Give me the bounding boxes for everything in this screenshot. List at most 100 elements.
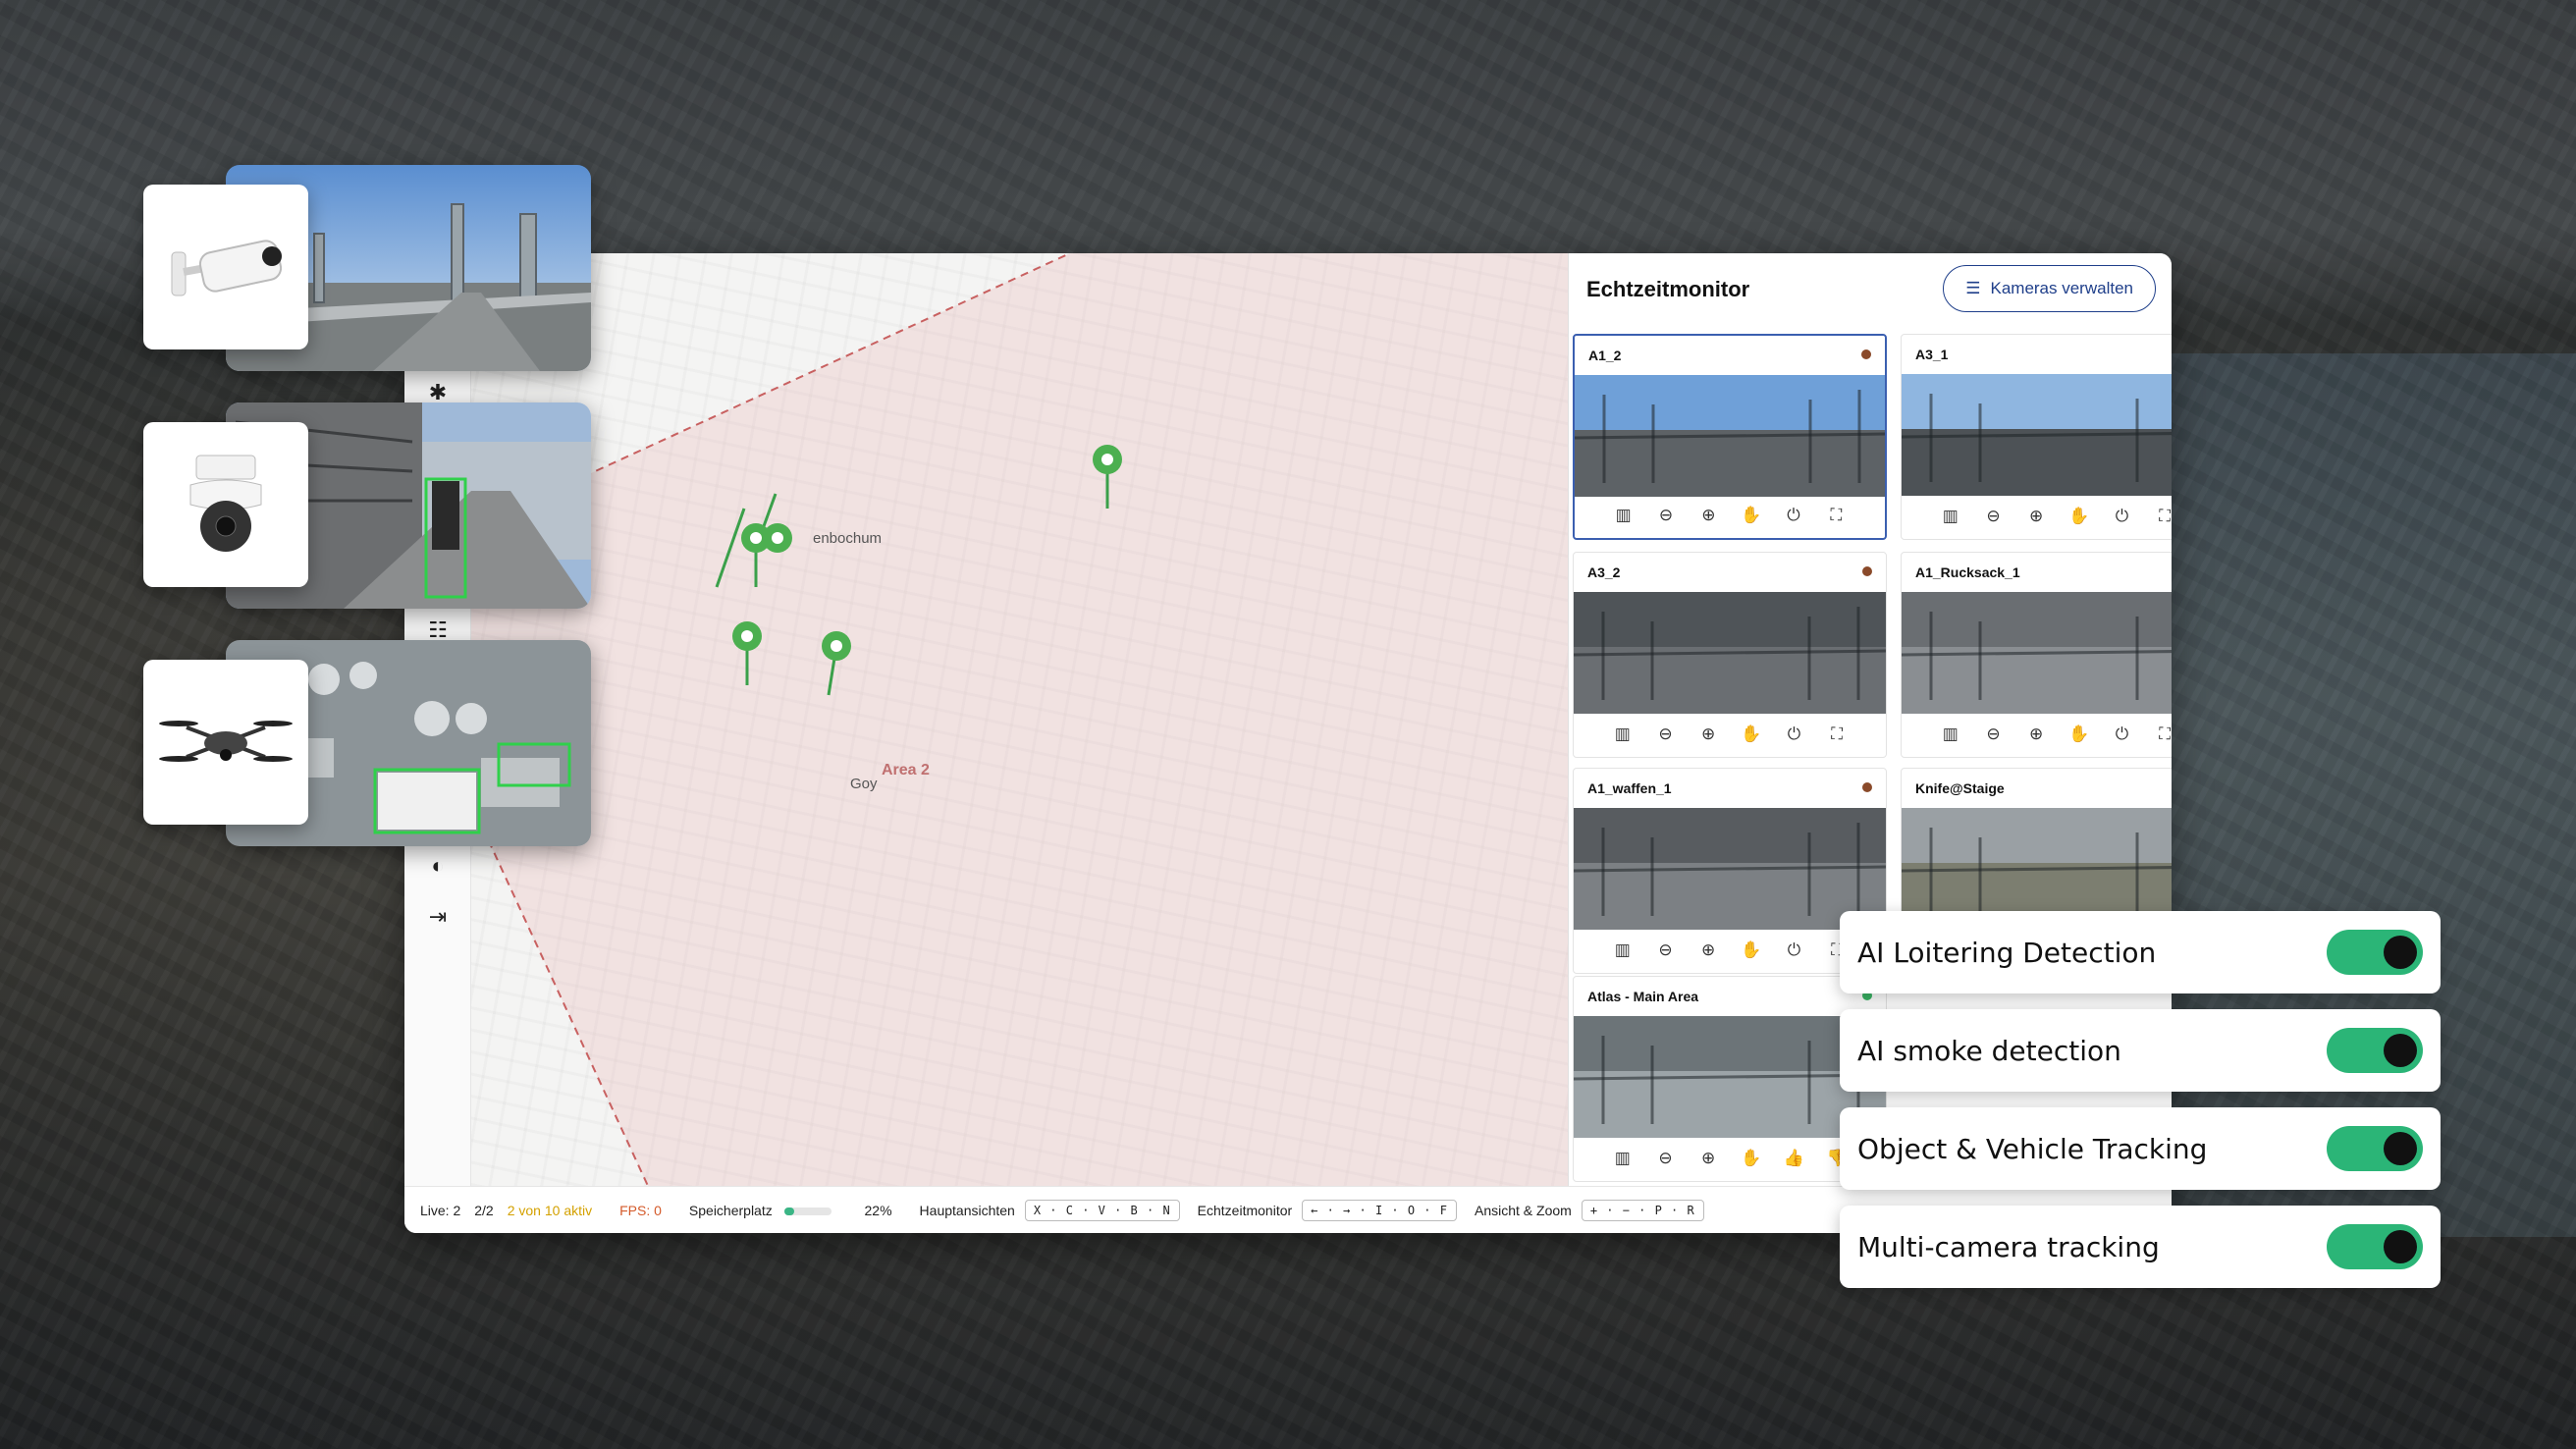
map-view[interactable]: enbochum Goy Area 2 [471,253,1569,1186]
camera-name: A1_2 [1588,348,1622,363]
map-area-label: Area 2 [882,762,930,778]
pan-hand-icon[interactable]: ✋ [1739,1149,1764,1168]
camera-toolbar: ▥ ⊖ ⊕ ✋ ⏻ ⛶ [1902,500,2172,533]
stats-icon[interactable]: ▥ [1611,506,1637,525]
pan-hand-icon[interactable]: ✋ [1739,940,1764,960]
feature-label: Object & Vehicle Tracking [1857,1132,2208,1165]
map-overlay [471,253,1569,1186]
feature-toggle-switch[interactable] [2327,1028,2423,1073]
camera-feed[interactable] [1902,592,2172,714]
contrast-icon[interactable]: ◐ [404,844,471,887]
power-icon[interactable]: ⏻ [2109,507,2134,526]
camera-toolbar: ▥ ⊖ ⊕ ✋ ⏻ ⛶ [1574,718,1886,751]
stats-icon[interactable]: ▥ [1610,940,1636,960]
zoom-out-icon[interactable]: ⊖ [1652,940,1678,960]
zoom-out-icon[interactable]: ⊖ [1652,724,1678,744]
zoom-in-icon[interactable]: ⊕ [1695,1149,1721,1168]
feature-toggle-row: Multi-camera tracking [1840,1206,2441,1288]
manage-cameras-button[interactable]: ☰ Kameras verwalten [1943,265,2156,312]
ptz-camera-icon [189,455,262,552]
camera-name: A1_Rucksack_1 [1915,564,2020,580]
camera-feed[interactable] [1575,375,1885,497]
zoom-out-icon[interactable]: ⊖ [1980,724,2006,744]
sliders-icon: ☰ [1965,279,1981,297]
zoom-in-icon[interactable]: ⊕ [1695,506,1721,525]
zoom-in-icon[interactable]: ⊕ [1695,940,1721,960]
camera-status-dot [1861,349,1871,359]
fullscreen-icon[interactable]: ⛶ [1823,506,1849,525]
fullscreen-icon[interactable]: ⛶ [2152,507,2172,526]
stats-icon[interactable]: ▥ [1610,1149,1636,1168]
bullet-camera-icon [171,240,283,296]
pan-hand-icon[interactable]: ✋ [2066,724,2092,744]
camera-toolbar: ▥ ⊖ ⊕ ✋ ⏻ ⛶ [1575,499,1885,532]
camera-tile[interactable]: A3_2 ▥ ⊖ ⊕ ✋ ⏻ ⛶ [1573,552,1887,758]
fullscreen-icon[interactable]: ⛶ [2152,724,2172,744]
zoom-out-icon[interactable]: ⊖ [1980,507,2006,526]
fullscreen-icon[interactable]: ⛶ [1824,724,1850,744]
monitor-shortcut-label: Echtzeitmonitor [1197,1202,1293,1218]
power-icon[interactable]: ⏻ [1781,724,1806,744]
monitor-shortcuts: ← · → · I · O · F [1302,1199,1457,1221]
power-icon[interactable]: ⏻ [2109,724,2134,744]
thumbs-up-icon[interactable]: 👍 [1781,1149,1806,1168]
active-count: 2 von 10 aktiv [507,1202,593,1218]
stats-icon[interactable]: ▥ [1610,724,1636,744]
feature-toggle-row: AI smoke detection [1840,1009,2441,1092]
camera-name: Knife@Staige [1915,780,2005,796]
feature-toggle-switch[interactable] [2327,1224,2423,1269]
map-label-goy: Goy [850,776,878,792]
zoom-in-icon[interactable]: ⊕ [2023,507,2049,526]
feature-label: AI Loitering Detection [1857,936,2157,969]
camera-feed[interactable] [1574,592,1886,714]
feature-toggle-row: AI Loitering Detection [1840,911,2441,993]
fps-readout: FPS: 0 [619,1202,662,1218]
stats-icon[interactable]: ▥ [1938,724,1963,744]
toggle-knob [2384,1132,2417,1165]
manage-cameras-label: Kameras verwalten [1990,279,2133,297]
toggle-knob [2384,1230,2417,1263]
live-count: Live: 2 [420,1202,461,1218]
power-icon[interactable]: ⏻ [1781,506,1806,525]
camera-tile[interactable]: A3_1 ▥ ⊖ ⊕ ✋ ⏻ ⛶ [1901,334,2172,540]
page-indicator: 2/2 [474,1202,494,1218]
camera-status-dot [1862,566,1872,576]
feature-label: AI smoke detection [1857,1034,2121,1067]
camera-feed[interactable] [1902,374,2172,496]
feature-label: Multi-camera tracking [1857,1230,2160,1263]
camera-tile[interactable]: A1_Rucksack_1 ▥ ⊖ ⊕ ✋ ⏻ ⛶ [1901,552,2172,758]
storage-value: 22% [864,1202,892,1218]
pan-hand-icon[interactable]: ✋ [2066,507,2092,526]
monitor-title: Echtzeitmonitor [1586,277,1750,301]
pan-hand-icon[interactable]: ✋ [1739,506,1764,525]
camera-name: A3_1 [1915,347,1949,362]
pan-hand-icon[interactable]: ✋ [1739,724,1764,744]
views-shortcuts: X · C · V · B · N [1024,1199,1180,1221]
dome-camera-card [143,422,308,587]
zoom-in-icon[interactable]: ⊕ [1695,724,1721,744]
zoom-out-icon[interactable]: ⊖ [1653,506,1679,525]
feature-toggle-switch[interactable] [2327,1126,2423,1171]
storage-progress-bar [783,1207,832,1215]
camera-feed[interactable] [1574,808,1886,930]
camera-name: Atlas - Main Area [1587,989,1699,1004]
views-label: Hauptansichten [919,1202,1015,1218]
camera-name: A1_waffen_1 [1587,780,1672,796]
feature-toggle-switch[interactable] [2327,930,2423,975]
camera-toolbar: ▥ ⊖ ⊕ ✋ ⏻ ⛶ [1902,718,2172,751]
stats-icon[interactable]: ▥ [1938,507,1963,526]
feature-toggle-row: Object & Vehicle Tracking [1840,1107,2441,1190]
map-pin[interactable] [763,523,792,553]
toggle-knob [2384,936,2417,969]
camera-tile[interactable]: A1_2 ▥ ⊖ ⊕ ✋ ⏻ ⛶ [1573,334,1887,540]
drone-icon [159,721,293,762]
map-label-enbochum: enbochum [813,530,883,547]
zoom-shortcuts: + · − · P · R [1581,1199,1704,1221]
power-icon[interactable]: ⏻ [1781,940,1806,960]
zoom-in-icon[interactable]: ⊕ [2023,724,2049,744]
zoom-out-icon[interactable]: ⊖ [1652,1149,1678,1168]
zoom-label: Ansicht & Zoom [1474,1202,1572,1218]
toggle-knob [2384,1034,2417,1067]
drone-card [143,660,308,825]
logout-icon[interactable]: ⇥ [404,895,471,939]
